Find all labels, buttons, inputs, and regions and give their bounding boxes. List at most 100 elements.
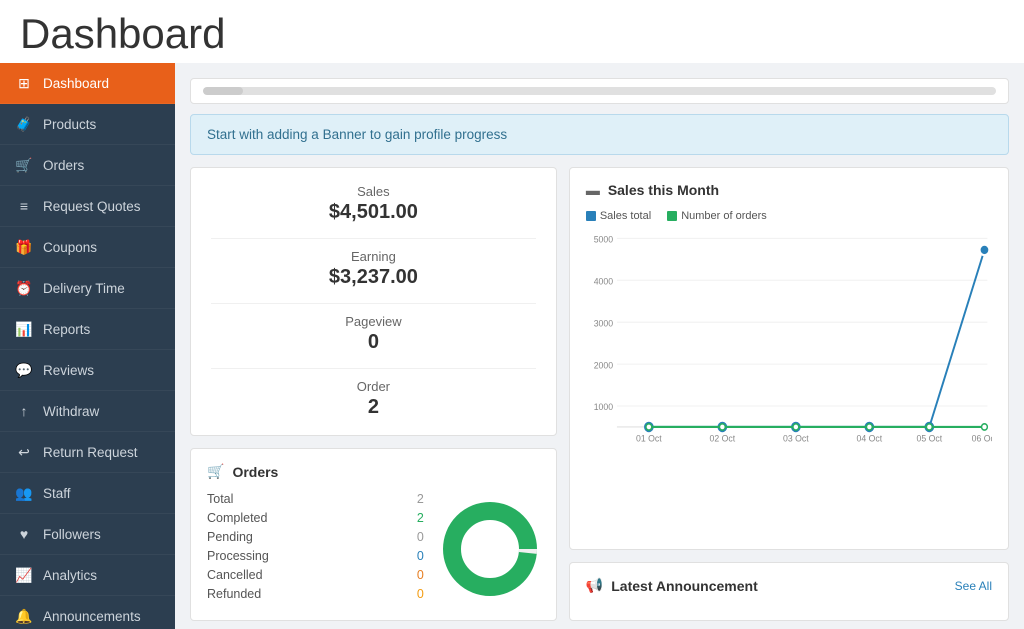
announcement-icon: 📢 [586, 577, 603, 594]
sales-value: $4,501.00 [211, 201, 536, 224]
svg-text:1000: 1000 [594, 402, 613, 412]
sidebar-label-analytics: Analytics [43, 568, 97, 583]
orders-card: 🛒 Orders Total 2 Completed 2 Pending 0 P… [190, 448, 557, 621]
sidebar-icon-request-quotes: ≡ [15, 197, 33, 215]
pageview-label: Pageview [211, 314, 536, 329]
svg-text:4000: 4000 [594, 276, 613, 286]
sales-chart-card: ▬ Sales this Month Sales total Number of… [569, 167, 1009, 550]
svg-text:3000: 3000 [594, 318, 613, 328]
page-title: Dashboard [0, 0, 1024, 63]
orders-row-completed: Completed 2 [207, 511, 424, 525]
orders-row-value: 0 [417, 587, 424, 601]
orders-row-value: 2 [417, 492, 424, 506]
sidebar-icon-delivery-time: ⏰ [15, 279, 33, 297]
pageview-value: 0 [211, 331, 536, 354]
orders-card-header: 🛒 Orders [207, 463, 540, 480]
sidebar-item-announcements[interactable]: 🔔 Announcements [0, 596, 175, 629]
sidebar-icon-announcements: 🔔 [15, 607, 33, 625]
sidebar-item-request-quotes[interactable]: ≡ Request Quotes [0, 186, 175, 227]
sidebar-item-staff[interactable]: 👥 Staff [0, 473, 175, 514]
sidebar-item-dashboard[interactable]: ⊞ Dashboard [0, 63, 175, 104]
svg-text:06 Oct: 06 Oct [971, 433, 992, 443]
sidebar-label-request-quotes: Request Quotes [43, 199, 141, 214]
sidebar-icon-dashboard: ⊞ [15, 74, 33, 92]
sidebar-item-withdraw[interactable]: ↑ Withdraw [0, 391, 175, 432]
sidebar-icon-coupons: 🎁 [15, 238, 33, 256]
order-stat: Order 2 [211, 379, 536, 419]
legend-sales-label: Sales total [600, 210, 651, 222]
legend-dot-sales [586, 211, 596, 221]
sidebar: ⊞ Dashboard 🧳 Products 🛒 Orders ≡ Reques… [0, 63, 175, 629]
sidebar-item-delivery-time[interactable]: ⏰ Delivery Time [0, 268, 175, 309]
orders-header-label: Orders [232, 464, 278, 480]
sidebar-icon-followers: ♥ [15, 525, 33, 543]
orders-row-label: Pending [207, 530, 253, 544]
sales-label: Sales [211, 184, 536, 199]
orders-row-processing: Processing 0 [207, 549, 424, 563]
sales-chart-header: ▬ Sales this Month [586, 182, 992, 198]
sidebar-item-analytics[interactable]: 📈 Analytics [0, 555, 175, 596]
orders-row-label: Refunded [207, 587, 261, 601]
sidebar-label-staff: Staff [43, 486, 71, 501]
progress-bar-fill [203, 87, 243, 95]
svg-text:05 Oct: 05 Oct [916, 433, 942, 443]
svg-text:5000: 5000 [594, 234, 613, 244]
sales-stat: Sales $4,501.00 [211, 184, 536, 224]
legend-dot-orders [667, 211, 677, 221]
announcement-header: 📢 Latest Announcement See All [586, 577, 992, 594]
left-column: Sales $4,501.00 Earning $3,237.00 Pagevi… [190, 167, 557, 621]
legend-sales: Sales total [586, 210, 651, 222]
sidebar-item-return-request[interactable]: ↩ Return Request [0, 432, 175, 473]
sidebar-label-followers: Followers [43, 527, 101, 542]
svg-text:01 Oct: 01 Oct [636, 433, 662, 443]
two-col-layout: Sales $4,501.00 Earning $3,237.00 Pagevi… [190, 167, 1009, 621]
sidebar-label-withdraw: Withdraw [43, 404, 99, 419]
progress-bar-container [190, 78, 1009, 104]
donut-chart [440, 499, 540, 599]
sidebar-label-delivery-time: Delivery Time [43, 281, 125, 296]
announcement-card: 📢 Latest Announcement See All [569, 562, 1009, 621]
sidebar-icon-staff: 👥 [15, 484, 33, 502]
orders-row-value: 0 [417, 549, 424, 563]
sidebar-label-dashboard: Dashboard [43, 76, 109, 91]
orders-content: Total 2 Completed 2 Pending 0 Processing… [207, 492, 540, 606]
chart-area: 5000 4000 3000 2000 1000 [586, 230, 992, 450]
sidebar-item-reviews[interactable]: 💬 Reviews [0, 350, 175, 391]
sidebar-icon-analytics: 📈 [15, 566, 33, 584]
chart-legend: Sales total Number of orders [586, 210, 992, 222]
progress-bar-track [203, 87, 996, 95]
sidebar-label-return-request: Return Request [43, 445, 138, 460]
earning-label: Earning [211, 249, 536, 264]
orders-row-label: Cancelled [207, 568, 263, 582]
legend-orders-label: Number of orders [681, 210, 767, 222]
sidebar-item-coupons[interactable]: 🎁 Coupons [0, 227, 175, 268]
sidebar-item-products[interactable]: 🧳 Products [0, 104, 175, 145]
orders-row-label: Total [207, 492, 233, 506]
sales-chart-title: Sales this Month [608, 182, 719, 198]
orders-row-value: 2 [417, 511, 424, 525]
svg-text:2000: 2000 [594, 360, 613, 370]
pageview-stat: Pageview 0 [211, 314, 536, 354]
sidebar-label-announcements: Announcements [43, 609, 141, 624]
sidebar-item-reports[interactable]: 📊 Reports [0, 309, 175, 350]
sidebar-label-orders: Orders [43, 158, 84, 173]
main-content: Start with adding a Banner to gain profi… [175, 63, 1024, 629]
sidebar-icon-reviews: 💬 [15, 361, 33, 379]
sidebar-label-products: Products [43, 117, 96, 132]
orders-row-refunded: Refunded 0 [207, 587, 424, 601]
see-all-button[interactable]: See All [955, 579, 992, 593]
order-label: Order [211, 379, 536, 394]
sidebar-label-reports: Reports [43, 322, 90, 337]
chart-svg: 5000 4000 3000 2000 1000 [586, 230, 992, 450]
earning-stat: Earning $3,237.00 [211, 249, 536, 289]
sidebar-item-followers[interactable]: ♥ Followers [0, 514, 175, 555]
orders-row-pending: Pending 0 [207, 530, 424, 544]
banner-notice: Start with adding a Banner to gain profi… [190, 114, 1009, 155]
chart-icon: ▬ [586, 182, 600, 198]
svg-text:03 Oct: 03 Oct [783, 433, 809, 443]
orders-row-value: 0 [417, 530, 424, 544]
stats-card: Sales $4,501.00 Earning $3,237.00 Pagevi… [190, 167, 557, 436]
sidebar-item-orders[interactable]: 🛒 Orders [0, 145, 175, 186]
order-value: 2 [211, 396, 536, 419]
sidebar-icon-reports: 📊 [15, 320, 33, 338]
